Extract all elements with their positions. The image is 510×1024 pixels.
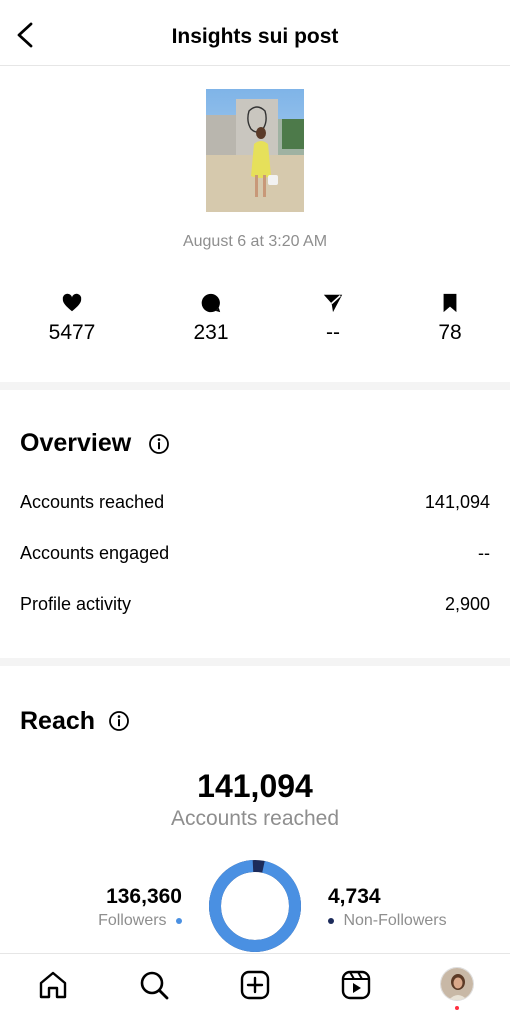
row-label: Accounts engaged [20, 543, 170, 563]
overview-title: Overview [20, 429, 132, 457]
nonfollowers-legend: 4,734 Non-Followers [328, 885, 468, 930]
saves-stat: 78 [410, 292, 490, 345]
reach-total: 141,094 [197, 768, 313, 804]
comments-count: 231 [193, 321, 229, 344]
likes-count: 5477 [48, 321, 96, 344]
row-value: 2,900 [444, 594, 490, 614]
row-label: Accounts reached [20, 492, 165, 512]
section-divider [0, 382, 510, 390]
followers-label-wrap: Followers [60, 912, 182, 930]
shares-count: -- [326, 321, 340, 344]
reach-total-label: Accounts reached [170, 807, 340, 830]
overview-row-accounts-engaged[interactable]: Accounts engaged -- [20, 543, 490, 567]
row-value: -- [478, 543, 490, 563]
followers-legend: 136,360 Followers [60, 885, 182, 930]
comments-stat: 231 [171, 292, 251, 345]
home-icon[interactable] [36, 968, 70, 1002]
saves-count: 78 [438, 321, 462, 344]
overview-row-profile-activity[interactable]: Profile activity 2,900 [20, 594, 490, 618]
row-value: 141,094 [424, 492, 490, 512]
post-date: August 6 at 3:20 AM [182, 233, 328, 250]
notification-dot [455, 1006, 459, 1010]
info-icon[interactable] [148, 433, 170, 455]
followers-label: Followers [98, 912, 167, 929]
followers-count: 136,360 [106, 885, 182, 908]
profile-avatar[interactable] [440, 967, 474, 1001]
likes-stat: 5477 [32, 292, 112, 345]
reach-title: Reach [20, 707, 96, 735]
followers-dot [176, 917, 182, 924]
heart-icon [62, 293, 82, 312]
share-icon [323, 294, 343, 313]
search-icon[interactable] [137, 968, 171, 1002]
comment-icon [201, 293, 221, 313]
reach-donut-chart [209, 860, 301, 952]
overview-row-accounts-reached[interactable]: Accounts reached 141,094 [20, 492, 490, 516]
create-icon[interactable] [238, 968, 272, 1002]
bookmark-icon [443, 293, 457, 313]
info-icon[interactable] [108, 710, 130, 732]
nonfollowers-count: 4,734 [328, 885, 381, 908]
top-bar: Insights sui post [0, 0, 510, 66]
nonfollowers-label-wrap: Non-Followers [328, 912, 468, 930]
avatar-image [441, 968, 473, 1000]
shares-stat: -- [293, 292, 373, 345]
row-label: Profile activity [20, 594, 132, 614]
reels-icon[interactable] [339, 968, 373, 1002]
post-stats: 5477 231 -- 78 [0, 292, 510, 352]
bottom-tab-bar [0, 953, 510, 1024]
donut-followers-arc [209, 860, 301, 952]
section-divider [0, 658, 510, 666]
page-title: Insights sui post [171, 25, 339, 48]
nonfollowers-dot [328, 917, 334, 924]
post-thumbnail[interactable] [206, 89, 304, 212]
nonfollowers-label: Non-Followers [343, 912, 447, 929]
